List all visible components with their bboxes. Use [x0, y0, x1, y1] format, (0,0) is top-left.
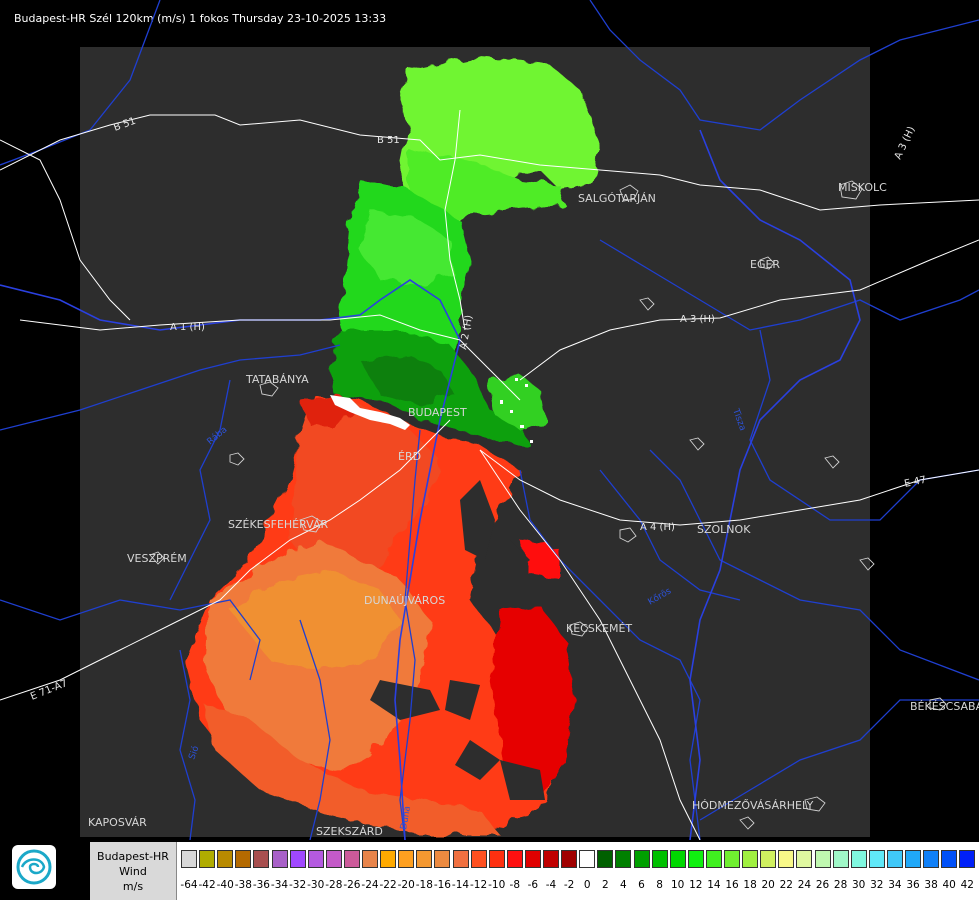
legend-swatch	[470, 850, 487, 868]
radar-map[interactable]: SALGÓTARJÁN MISKOLC EGER TATABÁNYA BUDAP…	[0, 0, 979, 840]
city-tatabanya: TATABÁNYA	[245, 373, 309, 386]
legend-swatch	[669, 850, 686, 868]
city-szolnok: SZOLNOK	[697, 523, 751, 536]
legend-swatch	[687, 850, 704, 868]
city-hodmezovasarhely: HÓDMEZŐVÁSÁRHELY	[692, 798, 814, 812]
legend-swatch	[380, 850, 397, 868]
legend-swatch	[289, 850, 306, 868]
legend-swatch	[832, 850, 849, 868]
road-label-a3-center: A 3 (H)	[680, 314, 715, 325]
legend-swatch	[416, 850, 433, 868]
legend-swatch	[651, 850, 668, 868]
legend-swatch	[633, 850, 650, 868]
omsz-logo-icon	[12, 845, 56, 889]
legend-unit: m/s	[122, 879, 144, 893]
legend-radar-name: Budapest-HR	[97, 849, 169, 863]
legend-swatch	[325, 850, 342, 868]
legend-label: Budapest-HR Wind m/s	[90, 842, 177, 900]
wind-legend: Budapest-HR Wind m/s -64 -42 -40 -38 -36 -34-…	[90, 842, 979, 900]
road-label-e47: E 47	[903, 475, 927, 490]
legend-swatch	[506, 850, 523, 868]
city-szekesfehervar: SZÉKESFEHÉRVÁR	[228, 518, 329, 531]
city-dunaujvaros: DUNAÚJVÁROS	[364, 594, 445, 607]
legend-swatch	[886, 850, 903, 868]
legend-swatch	[959, 850, 976, 868]
city-kaposvar: KAPOSVÁR	[88, 816, 147, 829]
city-salgotarjan: SALGÓTARJÁN	[578, 192, 656, 205]
legend-swatch	[343, 850, 360, 868]
legend-swatch	[434, 850, 451, 868]
legend-swatch	[760, 850, 777, 868]
legend-swatch	[724, 850, 740, 868]
legend-swatch	[217, 850, 234, 868]
legend-swatch	[253, 850, 270, 868]
legend-swatch	[814, 850, 831, 868]
city-veszprem: VESZPRÉM	[127, 552, 187, 565]
legend-swatch	[579, 850, 596, 868]
legend-swatch	[941, 850, 958, 868]
legend-swatch	[905, 850, 921, 868]
legend-swatch	[271, 850, 288, 868]
city-szekszard: SZEKSZÁRD	[316, 825, 383, 838]
road-label-e71: E 71-A7	[29, 678, 69, 703]
legend-swatch	[452, 850, 469, 868]
legend-swatch	[181, 850, 197, 868]
city-miskolc: MISKOLC	[838, 181, 887, 194]
legend-swatch	[705, 850, 722, 868]
legend-swatch	[543, 850, 559, 868]
road-label-a3-ne: A 3 (H)	[893, 125, 918, 161]
road-label-a1: A 1 (H)	[170, 322, 205, 333]
legend-swatch	[561, 850, 578, 868]
legend-tick-label: 42	[960, 879, 974, 891]
city-eger: EGER	[750, 258, 780, 271]
legend-swatch	[362, 850, 378, 868]
legend-quantity: Wind	[119, 864, 147, 878]
legend-swatch	[868, 850, 885, 868]
legend-swatch	[742, 850, 759, 868]
legend-swatch	[307, 850, 324, 868]
road-label-b51-north: B 51	[377, 135, 400, 146]
legend-color-scale: -64 -42 -40 -38 -36 -34 -32 -30 -28 -26 -24 -22 -20-…	[178, 846, 978, 898]
city-erd: ÉRD	[398, 450, 421, 463]
legend-swatch	[398, 850, 415, 868]
legend-swatch	[778, 850, 795, 868]
legend-swatch	[923, 850, 940, 868]
legend-swatch	[850, 850, 867, 868]
city-kecskemet: KECSKEMÉT	[566, 622, 632, 635]
legend-swatch	[488, 850, 505, 868]
legend-swatch	[615, 850, 632, 868]
legend-swatch	[796, 850, 813, 868]
city-bekescsaba: BÉKÉSCSABA	[910, 700, 979, 713]
legend-swatch	[524, 850, 541, 868]
city-budapest: BUDAPEST	[408, 406, 467, 419]
road-label-a4: A 4 (H)	[640, 522, 675, 533]
legend-swatch	[235, 850, 252, 868]
legend-swatch	[597, 850, 614, 868]
legend-swatch	[199, 850, 216, 868]
